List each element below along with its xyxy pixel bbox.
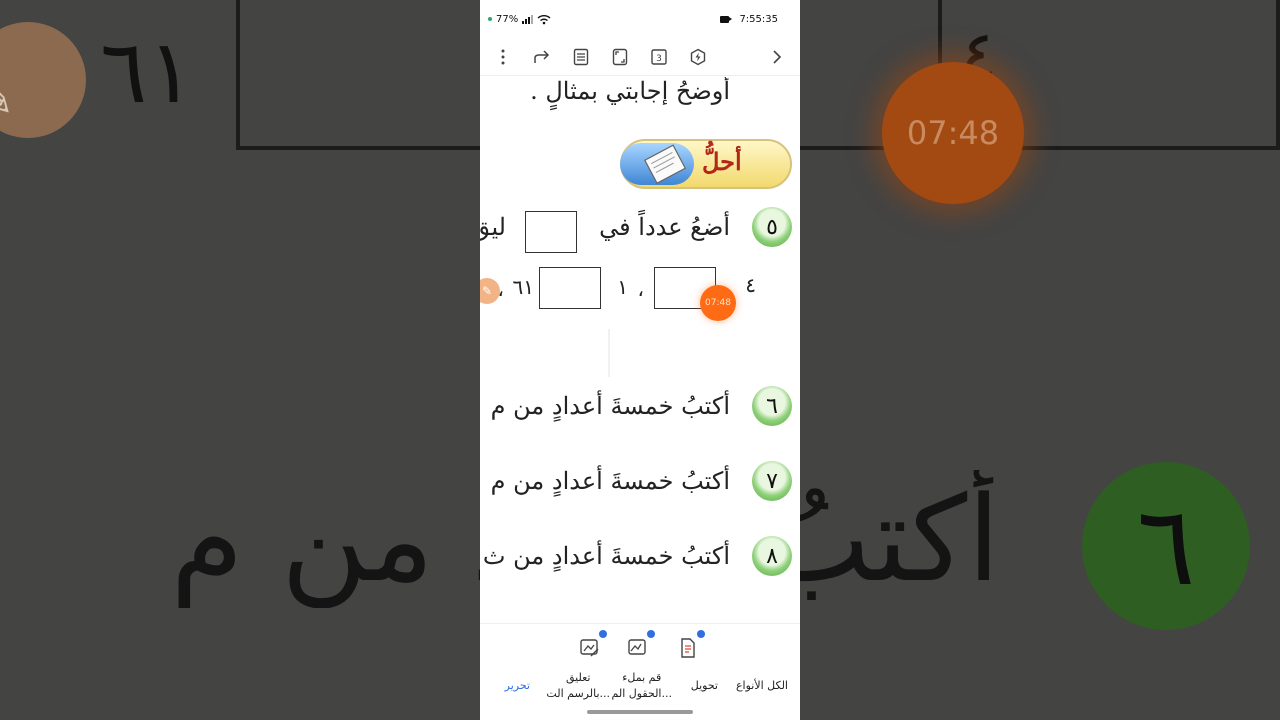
fill-fields-icon[interactable] xyxy=(626,630,655,660)
tab-fill-fields[interactable]: قم بملء الحقول الم... xyxy=(612,670,672,702)
backdrop-timer: 07:48 xyxy=(882,62,1024,204)
backdrop-number-61: ٦١ xyxy=(100,20,195,123)
answer-box[interactable] xyxy=(525,211,577,253)
question-7-text: أكتبُ خمسةَ أعدادٍ من م xyxy=(490,467,730,495)
new-badge xyxy=(599,630,607,638)
backdrop-number-badge: ٦ xyxy=(1082,462,1250,630)
sequence-value: ٦١ xyxy=(512,275,534,299)
tab-all-types[interactable]: الكل الأنواع xyxy=(736,678,788,694)
home-indicator[interactable] xyxy=(587,710,693,714)
new-badge xyxy=(697,630,705,638)
privacy-dot-icon xyxy=(488,17,492,21)
sequence-value: ٤ xyxy=(745,273,756,297)
share-icon[interactable] xyxy=(531,46,553,68)
solve-label: أحلُّ xyxy=(702,147,742,176)
phone-screen: 77% 7:55:35 3 أوضحُ إجابتي بمثالٍ . أحلُ… xyxy=(480,0,800,720)
wifi-icon xyxy=(537,14,551,24)
convert-icon[interactable] xyxy=(676,630,705,660)
sequence-answer-box[interactable] xyxy=(539,267,601,309)
status-bar: 77% 7:55:35 xyxy=(480,0,800,38)
question-number-8: ٨ xyxy=(752,536,792,576)
new-badge xyxy=(647,630,655,638)
annotate-drawing-icon[interactable] xyxy=(578,630,607,660)
question-number-5: ٥ xyxy=(752,207,792,247)
battery-level: 77% xyxy=(496,13,519,25)
page-count: 3 xyxy=(656,54,662,64)
faint-mark xyxy=(608,329,610,377)
screen-record-icon xyxy=(720,15,733,23)
question-8-text: أكتبُ خمسةَ أعدادٍ من ث xyxy=(482,542,730,570)
pen-icon: ✎ xyxy=(481,284,493,298)
tab-convert[interactable]: تحويل xyxy=(691,678,718,694)
paper-icon xyxy=(644,144,687,185)
sequence-value: ١ xyxy=(617,275,628,299)
page-count-icon[interactable]: 3 xyxy=(648,46,670,68)
read-mode-icon[interactable] xyxy=(570,46,592,68)
tab-annotate-drawing[interactable]: تعليق بالرسم الت... xyxy=(546,670,610,702)
pdf-toolbar: 3 xyxy=(480,38,800,76)
clock: 7:55:35 xyxy=(739,13,778,25)
question-number-6: ٦ xyxy=(752,386,792,426)
next-icon[interactable] xyxy=(766,46,788,68)
more-vertical-icon[interactable] xyxy=(492,46,514,68)
tab-edit[interactable]: تحرير xyxy=(505,678,530,694)
ai-tool-icon[interactable] xyxy=(687,46,709,68)
question-number-7: ٧ xyxy=(752,461,792,501)
instruction-text: أوضحُ إجابتي بمثالٍ . xyxy=(530,77,730,105)
bottom-action-bar: الكل الأنواع تحويل قم بملء الحقول الم...… xyxy=(480,623,800,720)
question-5-text: أضعُ عدداً في xyxy=(599,213,730,241)
document-page[interactable]: أوضحُ إجابتي بمثالٍ . أحلُّ ٥ أضعُ عدداً… xyxy=(480,77,800,623)
question-6-text: أكتبُ خمسةَ أعدادٍ من م xyxy=(490,392,730,420)
backdrop-pen-icon: ✎ xyxy=(0,72,14,128)
sequence-separator: ، xyxy=(637,277,644,301)
backdrop-edit-bubble: ✎ xyxy=(0,22,86,138)
floating-timer[interactable]: 07:48 xyxy=(700,285,736,321)
signal-icon xyxy=(522,14,534,24)
fullscreen-icon[interactable] xyxy=(609,46,631,68)
question-5-text-cont: ليق xyxy=(480,213,506,241)
